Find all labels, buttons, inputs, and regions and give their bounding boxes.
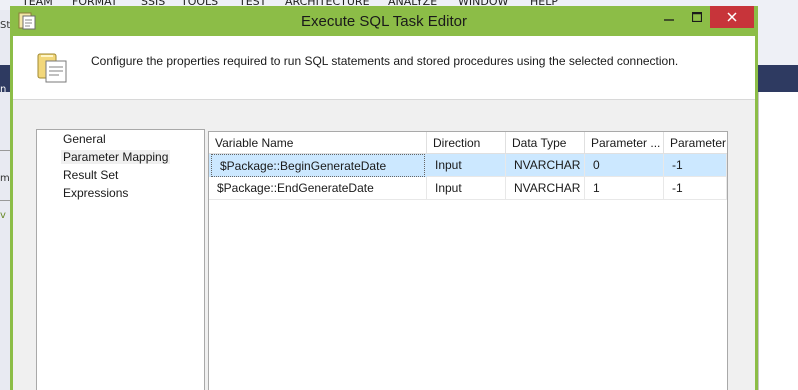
bg-text-st: St [0, 20, 11, 31]
maximize-button[interactable] [683, 6, 711, 28]
minimize-icon [664, 19, 674, 21]
cell-parameter-name[interactable]: 0 [585, 154, 664, 177]
column-header-data-type[interactable]: Data Type [506, 132, 585, 154]
execute-sql-task-editor-dialog: Execute SQL Task Editor Configure the pr… [10, 6, 758, 390]
bg-text-v: v [0, 210, 6, 221]
cell-variable-name[interactable]: $Package::EndGenerateDate [209, 177, 427, 200]
cell-direction[interactable]: Input [427, 177, 506, 200]
table-row[interactable]: $Package::BeginGenerateDate Input NVARCH… [209, 154, 727, 177]
cell-parameter-size[interactable]: -1 [664, 154, 727, 177]
title-bar[interactable]: Execute SQL Task Editor [10, 6, 758, 36]
column-header-variable-name[interactable]: Variable Name [209, 132, 427, 154]
window-title: Execute SQL Task Editor [301, 13, 467, 30]
cell-data-type[interactable]: NVARCHAR [506, 177, 585, 200]
parameter-mapping-grid: Variable Name Direction Data Type Parame… [208, 131, 728, 390]
cell-direction[interactable]: Input [427, 154, 506, 177]
task-header-icon [37, 53, 67, 83]
nav-item-general[interactable]: General [61, 132, 108, 146]
bg-divider [0, 150, 10, 151]
nav-item-result-set[interactable]: Result Set [61, 168, 120, 182]
maximize-icon [692, 12, 702, 22]
column-header-parameter-name[interactable]: Parameter ... [585, 132, 664, 154]
cell-parameter-size[interactable]: -1 [664, 177, 727, 200]
cell-variable-name[interactable]: $Package::BeginGenerateDate [211, 154, 425, 177]
nav-item-parameter-mapping[interactable]: Parameter Mapping [61, 150, 171, 164]
nav-item-expressions[interactable]: Expressions [61, 186, 130, 200]
minimize-button[interactable] [655, 6, 683, 28]
cell-parameter-name[interactable]: 1 [585, 177, 664, 200]
nav-list: General Parameter Mapping Result Set Exp… [36, 129, 205, 390]
bg-text-n: n [0, 84, 7, 95]
column-header-direction[interactable]: Direction [427, 132, 506, 154]
ide-toolbar-band [758, 65, 798, 92]
close-button[interactable] [710, 6, 754, 28]
close-icon [727, 12, 737, 22]
bg-divider [0, 200, 10, 201]
header-description: Configure the properties required to run… [91, 54, 679, 68]
ide-left-pane: St n ml v [0, 10, 13, 390]
ide-document-area [758, 92, 798, 390]
dialog-client-area: Configure the properties required to run… [13, 36, 755, 390]
dialog-header: Configure the properties required to run… [13, 36, 755, 100]
cell-data-type[interactable]: NVARCHAR [506, 154, 585, 177]
column-header-parameter-size[interactable]: Parameter [664, 132, 727, 154]
ide-right-pane [758, 10, 798, 390]
table-row[interactable]: $Package::EndGenerateDate Input NVARCHAR… [209, 177, 727, 200]
